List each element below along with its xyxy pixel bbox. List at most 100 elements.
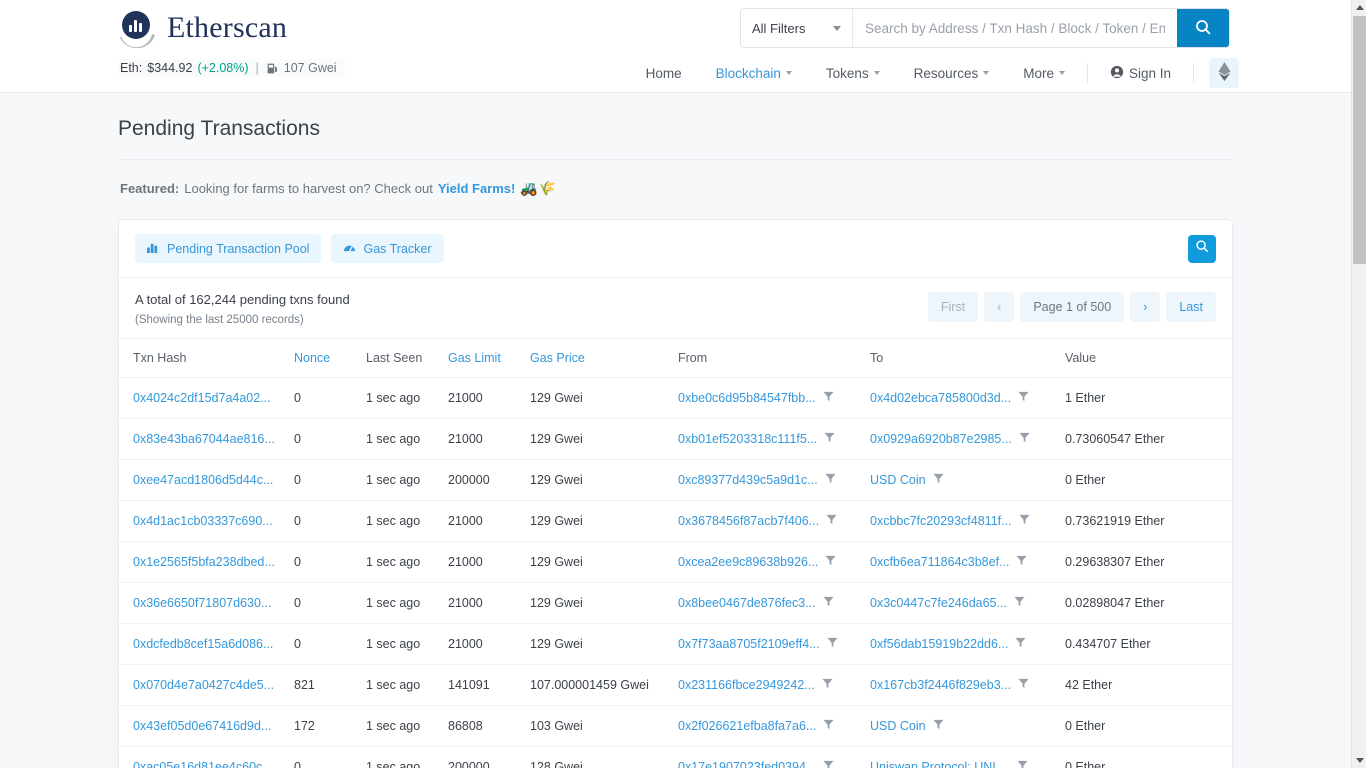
filter-icon[interactable] bbox=[1017, 760, 1028, 768]
to-address-link[interactable]: 0x3c0447c7fe246da65... bbox=[870, 596, 1007, 610]
filter-icon[interactable] bbox=[1014, 596, 1025, 610]
column-header-gas-price[interactable]: Gas Price bbox=[530, 339, 678, 378]
to-address-link[interactable]: 0xcfb6ea711864c3b8ef... bbox=[870, 555, 1009, 569]
scrollbar-down-arrow[interactable] bbox=[1352, 753, 1366, 768]
filter-icon[interactable] bbox=[823, 596, 834, 610]
txn-hash-link[interactable]: 0x36e6650f71807d630... bbox=[133, 596, 271, 610]
scrollbar-up-arrow[interactable] bbox=[1352, 0, 1366, 15]
tab-pending-transaction-pool[interactable]: Pending Transaction Pool bbox=[135, 234, 321, 263]
from-address-link[interactable]: 0xbe0c6d95b84547fbb... bbox=[678, 391, 816, 405]
page-scroll-container: Etherscan Eth: $344.92 (+2.08%) | 107 Gw… bbox=[0, 0, 1351, 768]
filter-icon[interactable] bbox=[933, 719, 944, 733]
chart-icon bbox=[147, 242, 160, 256]
pagination-prev-button[interactable]: ‹ bbox=[984, 292, 1014, 322]
cell-nonce: 0 bbox=[294, 624, 366, 665]
nav-item-tokens[interactable]: Tokens bbox=[809, 62, 897, 85]
cell-gas-limit: 21000 bbox=[448, 542, 530, 583]
filter-icon[interactable] bbox=[1015, 637, 1026, 651]
ethereum-network-button[interactable] bbox=[1209, 58, 1239, 88]
filter-icon[interactable] bbox=[824, 432, 835, 446]
search-input[interactable] bbox=[853, 9, 1177, 47]
search-bar: All Filters bbox=[740, 8, 1230, 48]
from-address-link[interactable]: 0x2f026621efba8fa7a6... bbox=[678, 719, 816, 733]
nav-item-label: Home bbox=[646, 66, 682, 81]
to-address-link[interactable]: 0x0929a6920b87e2985... bbox=[870, 432, 1012, 446]
cell-from: 0xb01ef5203318c111f5... bbox=[678, 419, 870, 460]
nav-item-blockchain[interactable]: Blockchain bbox=[699, 62, 809, 85]
filter-icon[interactable] bbox=[826, 514, 837, 528]
search-filter-dropdown[interactable]: All Filters bbox=[741, 9, 853, 47]
filter-icon[interactable] bbox=[823, 719, 834, 733]
cell-gas-price: 129 Gwei bbox=[530, 542, 678, 583]
tab-gas-tracker[interactable]: Gas Tracker bbox=[331, 234, 443, 263]
cell-nonce: 0 bbox=[294, 747, 366, 768]
to-address-link[interactable]: USD Coin bbox=[870, 719, 926, 733]
column-header-nonce[interactable]: Nonce bbox=[294, 339, 366, 378]
from-address-link[interactable]: 0x231166fbce2949242... bbox=[678, 678, 815, 692]
filter-icon[interactable] bbox=[1019, 514, 1030, 528]
cell-nonce: 0 bbox=[294, 378, 366, 419]
filter-icon[interactable] bbox=[825, 473, 836, 487]
from-address-link[interactable]: 0x7f73aa8705f2109eff4... bbox=[678, 637, 820, 651]
to-address-link[interactable]: Uniswap Protocol: UNI ... bbox=[870, 760, 1010, 768]
to-address-link[interactable]: 0x167cb3f2446f829eb3... bbox=[870, 678, 1011, 692]
to-address-link[interactable]: 0xf56dab15919b22dd6... bbox=[870, 637, 1008, 651]
nav-item-more[interactable]: More bbox=[1006, 62, 1082, 85]
from-address-link[interactable]: 0xcea2ee9c89638b926... bbox=[678, 555, 818, 569]
table-search-button[interactable] bbox=[1188, 235, 1216, 263]
nav-item-resources[interactable]: Resources bbox=[897, 62, 1007, 85]
column-header-gas-limit[interactable]: Gas Limit bbox=[448, 339, 530, 378]
txn-hash-link[interactable]: 0xac05e16d81ee4c60c... bbox=[133, 760, 273, 768]
txn-hash-link[interactable]: 0xee47acd1806d5d44c... bbox=[133, 473, 273, 487]
brand-logo-link[interactable]: Etherscan bbox=[118, 8, 287, 48]
txn-hash-link[interactable]: 0x1e2565f5bfa238dbed... bbox=[133, 555, 275, 569]
filter-icon[interactable] bbox=[1018, 391, 1029, 405]
filter-icon[interactable] bbox=[933, 473, 944, 487]
browser-scrollbar[interactable] bbox=[1351, 0, 1366, 768]
filter-icon[interactable] bbox=[823, 760, 834, 768]
txn-hash-link[interactable]: 0x83e43ba67044ae816... bbox=[133, 432, 275, 446]
from-address-link[interactable]: 0x17e1907023fed0394... bbox=[678, 760, 816, 768]
filter-icon[interactable] bbox=[1019, 432, 1030, 446]
cell-last-seen: 1 sec ago bbox=[366, 460, 448, 501]
search-submit-button[interactable] bbox=[1177, 9, 1229, 47]
cell-from: 0x8bee0467de876fec3... bbox=[678, 583, 870, 624]
filter-icon[interactable] bbox=[825, 555, 836, 569]
scrollbar-thumb[interactable] bbox=[1353, 16, 1366, 264]
to-address-link[interactable]: 0x4d02ebca785800d3d... bbox=[870, 391, 1011, 405]
to-address-link[interactable]: 0xcbbc7fc20293cf4811f... bbox=[870, 514, 1012, 528]
to-address-link[interactable]: USD Coin bbox=[870, 473, 926, 487]
pagination-last-button[interactable]: Last bbox=[1166, 292, 1216, 322]
cell-from: 0x3678456f87acb7f406... bbox=[678, 501, 870, 542]
card-header: Pending Transaction Pool Gas Tracker bbox=[119, 220, 1232, 278]
from-address-link[interactable]: 0xc89377d439c5a9d1c... bbox=[678, 473, 818, 487]
cell-last-seen: 1 sec ago bbox=[366, 706, 448, 747]
eth-price-change: (+2.08%) bbox=[197, 61, 248, 75]
txn-hash-link[interactable]: 0x4024c2df15d7a4a02... bbox=[133, 391, 271, 405]
cell-txn-hash: 0x36e6650f71807d630... bbox=[119, 583, 294, 624]
txn-hash-link[interactable]: 0x43ef05d0e67416d9d... bbox=[133, 719, 271, 733]
pagination-next-button[interactable]: › bbox=[1130, 292, 1160, 322]
txn-hash-link[interactable]: 0x4d1ac1cb03337c690... bbox=[133, 514, 273, 528]
filter-icon[interactable] bbox=[823, 391, 834, 405]
filter-icon[interactable] bbox=[1018, 678, 1029, 692]
yield-farms-link[interactable]: Yield Farms! bbox=[438, 181, 516, 196]
from-address-link[interactable]: 0xb01ef5203318c111f5... bbox=[678, 432, 817, 446]
column-header-from: From bbox=[678, 339, 870, 378]
cell-txn-hash: 0xee47acd1806d5d44c... bbox=[119, 460, 294, 501]
cell-last-seen: 1 sec ago bbox=[366, 624, 448, 665]
from-address-link[interactable]: 0x8bee0467de876fec3... bbox=[678, 596, 816, 610]
column-header-last-seen: Last Seen bbox=[366, 339, 448, 378]
txn-hash-link[interactable]: 0xdcfedb8cef15a6d086... bbox=[133, 637, 273, 651]
pagination-first-button[interactable]: First bbox=[928, 292, 978, 322]
sign-in-button[interactable]: Sign In bbox=[1093, 61, 1188, 86]
from-address-link[interactable]: 0x3678456f87acb7f406... bbox=[678, 514, 819, 528]
table-row: 0x83e43ba67044ae816...01 sec ago21000129… bbox=[119, 419, 1232, 460]
filter-icon[interactable] bbox=[1016, 555, 1027, 569]
filter-icon[interactable] bbox=[827, 637, 838, 651]
txn-hash-link[interactable]: 0x070d4e7a0427c4de5... bbox=[133, 678, 274, 692]
filter-icon[interactable] bbox=[822, 678, 833, 692]
gas-pump-icon bbox=[266, 62, 279, 75]
nav-item-home[interactable]: Home bbox=[629, 62, 699, 85]
etherscan-logo-icon bbox=[118, 8, 158, 48]
